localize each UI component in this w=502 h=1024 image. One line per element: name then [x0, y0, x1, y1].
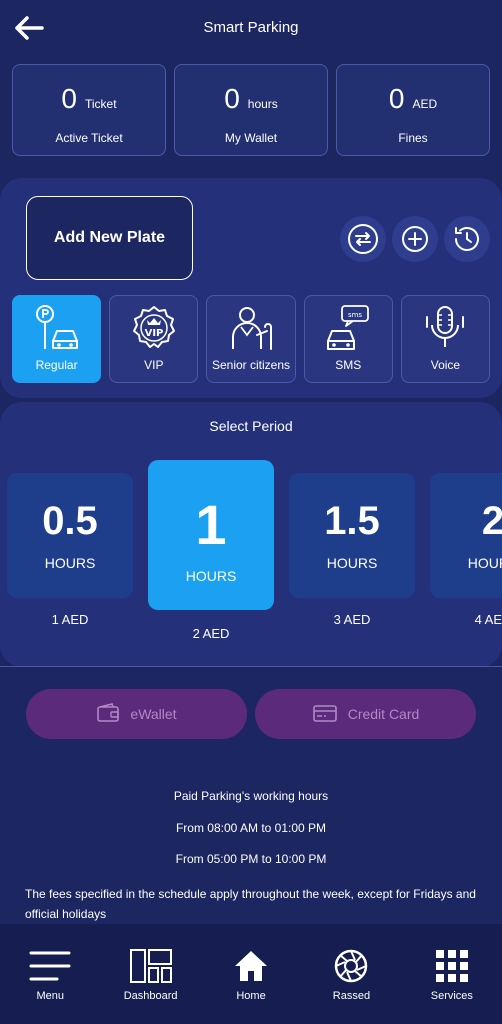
period-unit: HOURS — [326, 555, 378, 571]
stat-label: Active Ticket — [55, 131, 123, 145]
senior-citizen-icon — [227, 302, 275, 354]
stat-unit: Ticket — [85, 97, 117, 111]
period-price: 1 AED — [51, 612, 89, 627]
nav-label: Dashboard — [123, 990, 178, 1002]
period-value: 1 — [195, 493, 227, 556]
nav-home[interactable]: Home — [201, 924, 301, 1024]
nav-label: Home — [236, 990, 266, 1002]
camera-aperture-icon — [333, 946, 369, 986]
period-option-1[interactable]: 1 HOURS — [148, 460, 274, 610]
period-option-2[interactable]: 2 HOURS — [430, 473, 502, 598]
working-hours-title: Paid Parking's working hours — [173, 789, 329, 803]
stats-row: 0 Ticket Active Ticket 0 hours My Wallet… — [12, 64, 490, 156]
period-value: 2 — [481, 499, 502, 543]
home-icon — [233, 946, 269, 986]
period-value: 0.5 — [42, 499, 98, 543]
nav-services[interactable]: Services — [402, 924, 502, 1024]
stat-value: 0 — [61, 83, 77, 114]
page-title: Smart Parking — [203, 19, 299, 36]
period-overflow-clip: 2 HOURS 4 AED — [430, 0, 502, 660]
fees-note: The fees specified in the schedule apply… — [25, 887, 476, 921]
divider — [0, 666, 502, 667]
stat-label: My Wallet — [224, 131, 278, 145]
category-vip[interactable]: VIP VIP — [109, 295, 199, 383]
credit-card-button[interactable]: Credit Card — [255, 689, 476, 739]
working-hours-line-1: From 08:00 AM to 01:00 PM — [175, 821, 327, 835]
working-hours-line-2: From 05:00 PM to 10:00 PM — [175, 852, 327, 866]
svg-text:sms: sms — [348, 311, 362, 319]
parking-car-icon — [33, 302, 81, 354]
select-period-title: Select Period — [209, 418, 293, 434]
category-label: SMS — [335, 358, 362, 372]
ewallet-button[interactable]: eWallet — [26, 689, 247, 739]
stat-value: 0 — [224, 83, 240, 114]
credit-card-icon — [312, 703, 338, 726]
category-label: Regular — [35, 358, 78, 372]
category-label: VIP — [144, 358, 164, 372]
period-option-1-5[interactable]: 1.5 HOURS — [289, 473, 415, 598]
nav-label: Menu — [36, 990, 64, 1002]
sms-car-icon: sms — [324, 302, 372, 354]
parking-category-row: Regular VIP VIP Senior citizens sms SMS … — [12, 295, 491, 383]
vip-badge-icon: VIP — [130, 302, 178, 354]
period-price: 2 AED — [192, 626, 230, 641]
period-unit: HOURS — [185, 568, 237, 584]
header: Smart Parking — [0, 0, 502, 56]
swap-icon[interactable] — [340, 216, 386, 262]
menu-icon — [29, 946, 71, 986]
wallet-icon — [96, 702, 120, 726]
grid-icon — [435, 946, 469, 986]
stat-value: 0 — [388, 83, 405, 114]
nav-label: Services — [430, 990, 473, 1002]
period-unit: HOURS — [467, 555, 502, 571]
category-sms[interactable]: sms SMS — [303, 295, 393, 383]
period-price: 4 AED — [474, 612, 502, 627]
add-new-plate-button[interactable]: Add New Plate — [26, 196, 193, 280]
stat-unit: hours — [247, 97, 278, 111]
nav-menu[interactable]: Menu — [0, 924, 100, 1024]
nav-dashboard[interactable]: Dashboard — [100, 924, 200, 1024]
period-price: 3 AED — [333, 612, 371, 627]
period-unit: HOURS — [44, 555, 96, 571]
stat-card-my-wallet[interactable]: 0 hours My Wallet — [174, 64, 328, 156]
category-label: Senior citizens — [211, 358, 291, 372]
period-value: 1.5 — [324, 499, 380, 543]
bottom-navigation: Menu Dashboard Home Rassed Services — [0, 924, 502, 1024]
period-option-0-5[interactable]: 0.5 HOURS — [7, 473, 133, 598]
dashboard-icon — [129, 946, 173, 986]
category-senior-citizens[interactable]: Senior citizens — [206, 295, 296, 383]
category-regular[interactable]: Regular — [12, 295, 102, 383]
nav-rassed[interactable]: Rassed — [301, 924, 401, 1024]
svg-text:VIP: VIP — [144, 328, 163, 339]
ewallet-label: eWallet — [130, 706, 177, 722]
nav-label: Rassed — [332, 990, 371, 1002]
stat-card-active-ticket[interactable]: 0 Ticket Active Ticket — [12, 64, 166, 156]
credit-card-label: Credit Card — [347, 706, 420, 722]
